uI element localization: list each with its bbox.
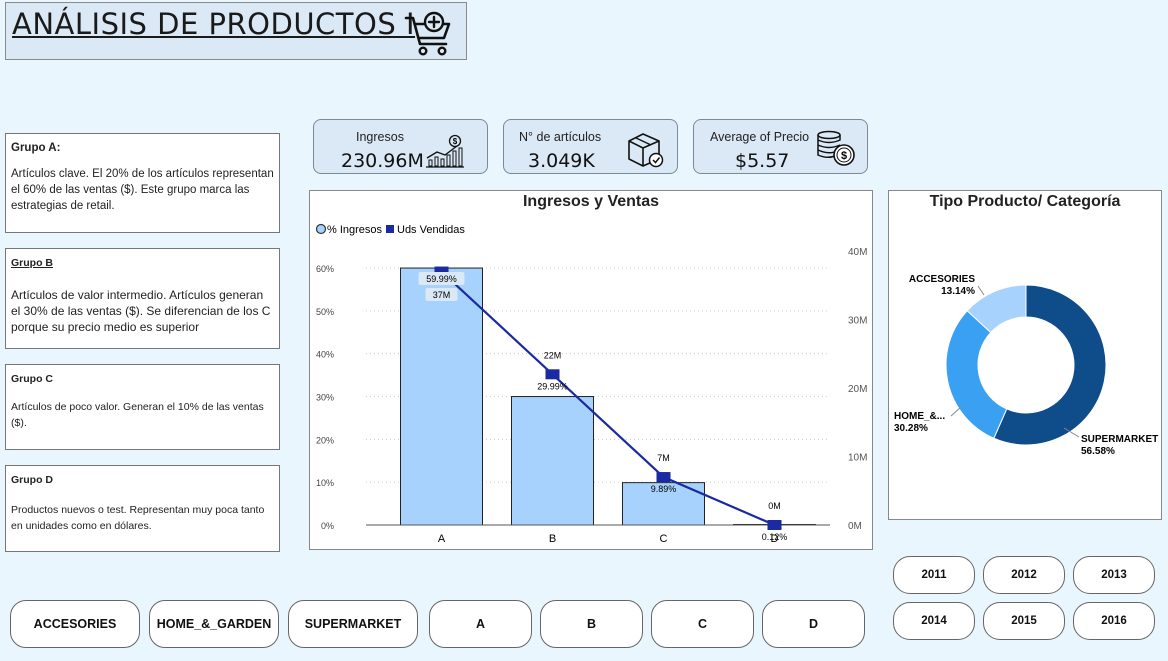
line-uds-vendidas: [440, 270, 775, 527]
donut-label-value: 56.58%: [1081, 446, 1115, 457]
kpi-ingresos: Ingresos 230.96M $: [313, 119, 488, 174]
filter-accesories[interactable]: ACCESORIES: [10, 600, 140, 648]
x-tick-label: A: [438, 533, 446, 545]
donut-label-name: SUPERMARKET: [1081, 434, 1158, 445]
bar-B: [511, 396, 594, 526]
line-value-label-C: 7M: [657, 453, 670, 463]
bar-value-label-A: 59.99%: [426, 274, 457, 284]
group-b-title: Grupo B: [11, 257, 53, 269]
group-d-title: Grupo D: [11, 474, 53, 486]
group-b-text: Artículos de valor intermedio. Artículos…: [11, 288, 271, 334]
line-value-label-A: 37M: [433, 290, 451, 300]
year-filter-2015[interactable]: 2015: [983, 602, 1065, 640]
kpi-ingresos-value: 230.96M: [341, 150, 424, 172]
revenue-chart-icon: $: [426, 134, 464, 168]
leader-line: [950, 406, 962, 417]
kpi-precio: Average of Precio $5.57 $: [693, 119, 868, 174]
kpi-precio-value: $5.57: [735, 150, 790, 172]
group-c-text: Artículos de poco valor. Generan el 10% …: [11, 401, 264, 429]
coins-dollar-icon: $: [817, 130, 855, 166]
year-filter-2013[interactable]: 2013: [1073, 556, 1155, 594]
legend-marker-ingresos: [315, 223, 327, 235]
combo-chart-svg: % Ingresos Uds Vendidas 0% 10% 20% 30% 40% 50% 6…: [315, 223, 867, 545]
bar-value-label-C: 9.89%: [651, 484, 677, 494]
filter-home---garden[interactable]: HOME_&_GARDEN: [149, 600, 279, 648]
year-filter-2016[interactable]: 2016: [1073, 602, 1155, 640]
donut-label-name: HOME_&...: [894, 411, 945, 422]
y-right-tick-label: 20M: [848, 384, 867, 395]
y-left-tick-label: 10%: [316, 478, 334, 488]
kpi-articulos-value: 3.049K: [528, 150, 595, 172]
x-tick-label: B: [549, 533, 556, 545]
y-left-tick-label: 30%: [316, 393, 334, 403]
group-a-title: Grupo A:: [11, 142, 61, 154]
legend-label-ingresos: % Ingresos: [327, 224, 383, 236]
leader-line: [977, 285, 985, 296]
shopping-cart-add-icon: [404, 11, 451, 56]
legend-label-uds: Uds Vendidas: [397, 224, 465, 236]
bar-value-label-B: 29.99%: [537, 381, 568, 391]
y-right-tick-label: 30M: [848, 316, 867, 327]
donut-label-name: ACCESORIES: [909, 274, 975, 285]
filter-c[interactable]: C: [651, 600, 754, 648]
kpi-ingresos-label: Ingresos: [356, 130, 404, 144]
y-left-tick-label: 40%: [316, 350, 334, 360]
group-a-text: Artículos clave. El 20% de los artículos…: [11, 168, 274, 212]
y-right-tick-label: 10M: [848, 453, 867, 464]
svg-text:$: $: [453, 137, 458, 146]
group-d-card: Grupo D Productos nuevos o test. Represe…: [5, 465, 280, 552]
y-left-tick-label: 50%: [316, 307, 334, 317]
kpi-articulos: N° de artículos 3.049K: [503, 119, 678, 174]
y-left-tick-label: 60%: [316, 264, 334, 274]
x-tick-label: C: [660, 533, 668, 545]
bar-A: [400, 267, 483, 526]
y-right-tick-label: 0M: [848, 521, 862, 532]
group-b-card: Grupo B Artículos de valor intermedio. A…: [5, 248, 280, 349]
y-left-tick-label: 0%: [321, 521, 334, 531]
line-point-B: [545, 369, 560, 380]
donut-slice-home: [945, 310, 1008, 439]
bar-value-label-D: 0.12%: [762, 532, 788, 542]
line-point-C: [656, 472, 671, 483]
title-banner: ANÁLISIS DE PRODUCTOS I: [5, 2, 467, 60]
filter-d[interactable]: D: [762, 600, 865, 648]
donut-chart-svg: SUPERMARKET56.58% HOME_&...30.28% ACCESORI…: [894, 274, 1158, 457]
line-value-label-D: 0M: [768, 501, 781, 511]
kpi-articulos-label: N° de artículos: [519, 130, 602, 144]
filter-a[interactable]: A: [429, 600, 532, 648]
tipo-producto-chart: Tipo Producto/ Categoría SUPERMARKET 56.5…: [888, 190, 1162, 520]
year-filter-2011[interactable]: 2011: [893, 556, 975, 594]
line-point-D: [767, 520, 782, 530]
filter-supermarket[interactable]: SUPERMARKET: [288, 600, 418, 648]
y-right-tick-label: 40M: [848, 247, 867, 258]
package-box-icon: [628, 133, 664, 168]
page-title: ANÁLISIS DE PRODUCTOS I: [12, 7, 416, 41]
filter-b[interactable]: B: [540, 600, 643, 648]
year-filter-2012[interactable]: 2012: [983, 556, 1065, 594]
donut-label-value: 13.14%: [941, 286, 975, 297]
legend-marker-uds: [386, 225, 394, 233]
group-a-card: Grupo A: Artículos clave. El 20% de los …: [5, 133, 280, 233]
group-c-card: Grupo C Artículos de poco valor. Generan…: [5, 364, 280, 450]
group-d-text: Productos nuevos o test. Representan muy…: [11, 504, 265, 532]
donut-label-value: 30.28%: [894, 423, 928, 434]
kpi-precio-label: Average of Precio: [710, 130, 810, 144]
ingresos-ventas-chart: Ingresos y Ventas % Ingresos Uds Vendidas…: [309, 190, 873, 550]
group-c-title: Grupo C: [11, 373, 53, 385]
y-left-tick-label: 20%: [316, 435, 334, 445]
year-filter-2014[interactable]: 2014: [893, 602, 975, 640]
svg-text:$: $: [841, 150, 847, 162]
line-value-label-B: 22M: [544, 350, 562, 360]
